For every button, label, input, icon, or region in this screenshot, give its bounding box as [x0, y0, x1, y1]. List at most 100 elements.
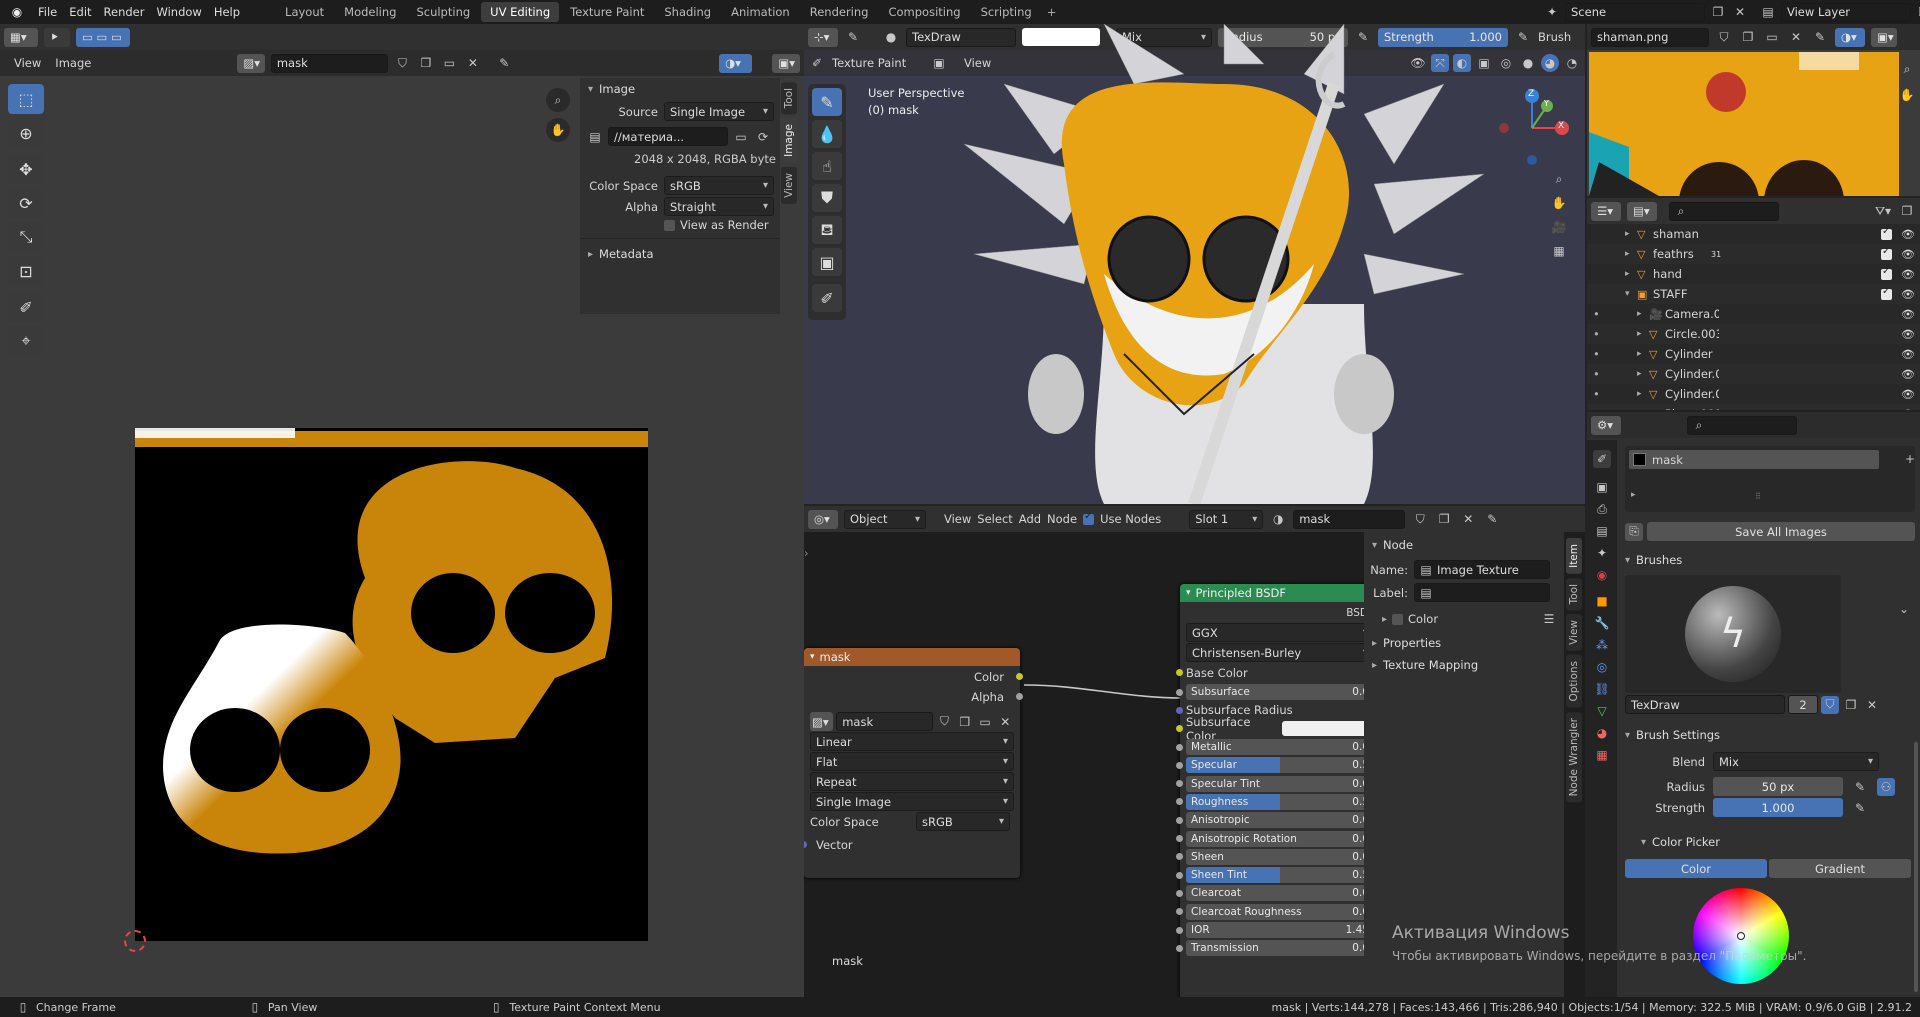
projection-dropdown[interactable]: Flat [810, 752, 1014, 771]
image-sidebar-tab-view[interactable]: View [781, 167, 797, 205]
display-settings-button[interactable]: ▣▾ [772, 53, 800, 73]
outliner-expand-icon[interactable]: ▸ [1637, 329, 1649, 339]
node-sidebar-tab-node-wrangler[interactable]: Node Wrangler [1566, 711, 1582, 803]
add-texture-slot-icon[interactable]: + [1901, 450, 1919, 468]
bsdf-input-socket[interactable] [1176, 889, 1183, 897]
browse-folder-icon[interactable]: ▭ [732, 128, 750, 146]
node-new-image-icon[interactable]: ❐ [956, 713, 973, 731]
image-sidebar-tab-tool[interactable]: Tool [781, 82, 797, 115]
visibility-eye-icon[interactable]: 👁 [1901, 388, 1915, 401]
texture-mapping-panel-header[interactable]: Texture Mapping [1364, 654, 1564, 676]
color-output-socket[interactable] [1016, 673, 1023, 680]
outliner-expand-icon[interactable]: ▸ [1625, 229, 1637, 239]
bsdf-specular-field[interactable]: Specular 0.5 [1186, 757, 1374, 774]
outliner-exclude-checkbox[interactable] [1881, 286, 1892, 300]
view-layer-selector[interactable]: View Layer [1781, 2, 1911, 22]
menu-window[interactable]: Window [150, 5, 207, 19]
bsdf-input-socket[interactable] [1176, 725, 1183, 733]
workspace-tab-uv-editing[interactable]: UV Editing [481, 2, 560, 22]
modifier-tab-icon[interactable]: 🔧 [1593, 614, 1611, 632]
principled-bsdf-node[interactable]: ▾Principled BSDF BSDF GGX Christensen-Bu… [1176, 584, 1380, 1002]
thumb-open-icon[interactable]: ▭ [1763, 28, 1781, 46]
bsdf-input-socket[interactable] [1176, 743, 1183, 751]
node-add-menu[interactable]: Add [1019, 512, 1041, 526]
node-sidebar-tab-view[interactable]: View [1566, 614, 1582, 652]
scene-tab-icon[interactable]: ✦ [1593, 544, 1611, 562]
delete-scene-icon[interactable]: ✕ [1731, 3, 1749, 21]
brush-expand-icon[interactable]: ⌄ [1895, 600, 1913, 618]
outliner-row[interactable]: ▸▽ shaman 👁 [1587, 224, 1920, 244]
bsdf-input-socket[interactable] [1176, 816, 1183, 824]
outliner-expand-icon[interactable]: ▸ [1637, 389, 1649, 399]
data-tab-icon[interactable]: ▽ [1593, 702, 1611, 720]
navigation-gizmo[interactable]: Z X Y [1492, 88, 1572, 168]
bsdf-input-socket[interactable] [1176, 944, 1183, 952]
uv-image-canvas[interactable] [135, 428, 648, 941]
brush-fake-user-icon[interactable]: ⛉ [1821, 695, 1839, 714]
new-view-layer-icon[interactable]: ❐ [1915, 3, 1920, 21]
outliner-expand-icon[interactable]: ▸ [1625, 269, 1637, 279]
thumb-fake-user-icon[interactable]: ⛉ [1715, 28, 1733, 46]
visibility-eye-icon[interactable]: 👁 [1901, 248, 1915, 261]
extension-dropdown[interactable]: Repeat [810, 772, 1014, 791]
thumb-settings-button[interactable]: ▣▾ [1871, 27, 1897, 47]
node-pin-icon[interactable]: ✎ [1483, 510, 1501, 528]
node-image-browse[interactable]: ▨▾ [810, 712, 834, 731]
properties-panel-header[interactable]: Properties [1364, 632, 1564, 654]
subsurface-method-dropdown[interactable]: Christensen-Burley [1186, 643, 1374, 662]
move-tool-icon[interactable]: ✥ [8, 154, 44, 184]
color-wheel[interactable] [1693, 888, 1789, 984]
distribution-dropdown[interactable]: GGX [1186, 623, 1374, 642]
reload-icon[interactable]: ⟳ [754, 128, 772, 146]
image-sidebar-tab-image[interactable]: Image [781, 118, 797, 164]
material-tab-icon[interactable]: ◕ [1593, 724, 1611, 742]
editor-type-button[interactable]: ▦▾ [4, 27, 38, 47]
outliner-row[interactable]: • ▸▽ Cylinder.002 👁 [1587, 364, 1920, 384]
image-panel-header[interactable]: Image [580, 78, 780, 100]
viewport-zoom-icon[interactable]: ⌕ [1550, 170, 1568, 188]
material-name-field[interactable]: mask [1293, 509, 1406, 529]
visibility-eye-icon[interactable]: 👁 [1901, 228, 1915, 241]
display-channels-button[interactable]: ◑▾ [719, 53, 753, 73]
outliner-expand-icon[interactable]: ▸ [1637, 309, 1649, 319]
metadata-panel-header[interactable]: Metadata [580, 243, 780, 265]
outliner-row[interactable]: • ▸▽Plane.001 👁 [1587, 404, 1920, 410]
outliner-search[interactable]: ⌕ [1669, 201, 1779, 221]
image-texture-node[interactable]: ▾mask Color Alpha ▨▾mask⛉❐▭✕ Linear Flat… [804, 648, 1023, 878]
node-color-checkbox[interactable] [1392, 613, 1404, 625]
texture-tab-icon[interactable]: ▦ [1593, 746, 1611, 764]
outliner-expand-icon[interactable]: ▸ [1637, 409, 1649, 410]
object-tab-icon[interactable]: ■ [1593, 592, 1611, 610]
workspace-tab-scripting[interactable]: Scripting [972, 2, 1041, 22]
view-layer-tab-icon[interactable]: ▤ [1593, 522, 1611, 540]
menu-render[interactable]: Render [98, 5, 151, 19]
bsdf-input-socket[interactable] [1176, 780, 1183, 788]
visibility-eye-icon[interactable]: 👁 [1901, 268, 1915, 281]
unlink-image-icon[interactable]: ✕ [464, 54, 481, 72]
visibility-eye-icon[interactable]: 👁 [1901, 288, 1915, 301]
workspace-tab-layout[interactable]: Layout [276, 2, 333, 22]
bsdf-node-header[interactable]: ▾ Principled BSDF [1180, 584, 1380, 602]
select-box-tool-icon[interactable]: ⬚ [8, 84, 44, 114]
outliner-row[interactable]: ▾▣ STAFF 👁 [1587, 284, 1920, 304]
color-space-dropdown[interactable]: sRGB [664, 176, 774, 195]
node-node-menu[interactable]: Node [1047, 512, 1077, 526]
ortho-toggle-icon[interactable]: ▦ [1550, 242, 1568, 260]
workspace-tab-animation[interactable]: Animation [722, 2, 799, 22]
outliner-row[interactable]: • ▸▽ Cylinder.010 👁 [1587, 384, 1920, 404]
alpha-dropdown[interactable]: Straight [664, 197, 774, 216]
material-slot-dropdown[interactable]: Slot 1 [1189, 509, 1264, 529]
brush-preview[interactable]: ϟ [1625, 575, 1841, 693]
workspace-tab-compositing[interactable]: Compositing [879, 2, 969, 22]
shader-type-dropdown[interactable]: Object [844, 509, 926, 529]
bsdf-input-socket[interactable] [1176, 926, 1183, 934]
properties-scrollbar[interactable] [1914, 742, 1918, 992]
color-picker-panel-header[interactable]: Color Picker [1633, 831, 1915, 853]
workspace-tab-texture-paint[interactable]: Texture Paint [561, 2, 653, 22]
transform-tool-icon[interactable]: ⊡ [8, 256, 44, 286]
tool-tab-icon[interactable]: ✐ [1593, 450, 1611, 468]
image-editor-view-menu[interactable]: View [14, 56, 41, 70]
blender-logo-icon[interactable]: ◉ [8, 3, 26, 21]
add-workspace-icon[interactable]: + [1047, 5, 1057, 19]
node-panel-header[interactable]: Node [1364, 534, 1564, 556]
